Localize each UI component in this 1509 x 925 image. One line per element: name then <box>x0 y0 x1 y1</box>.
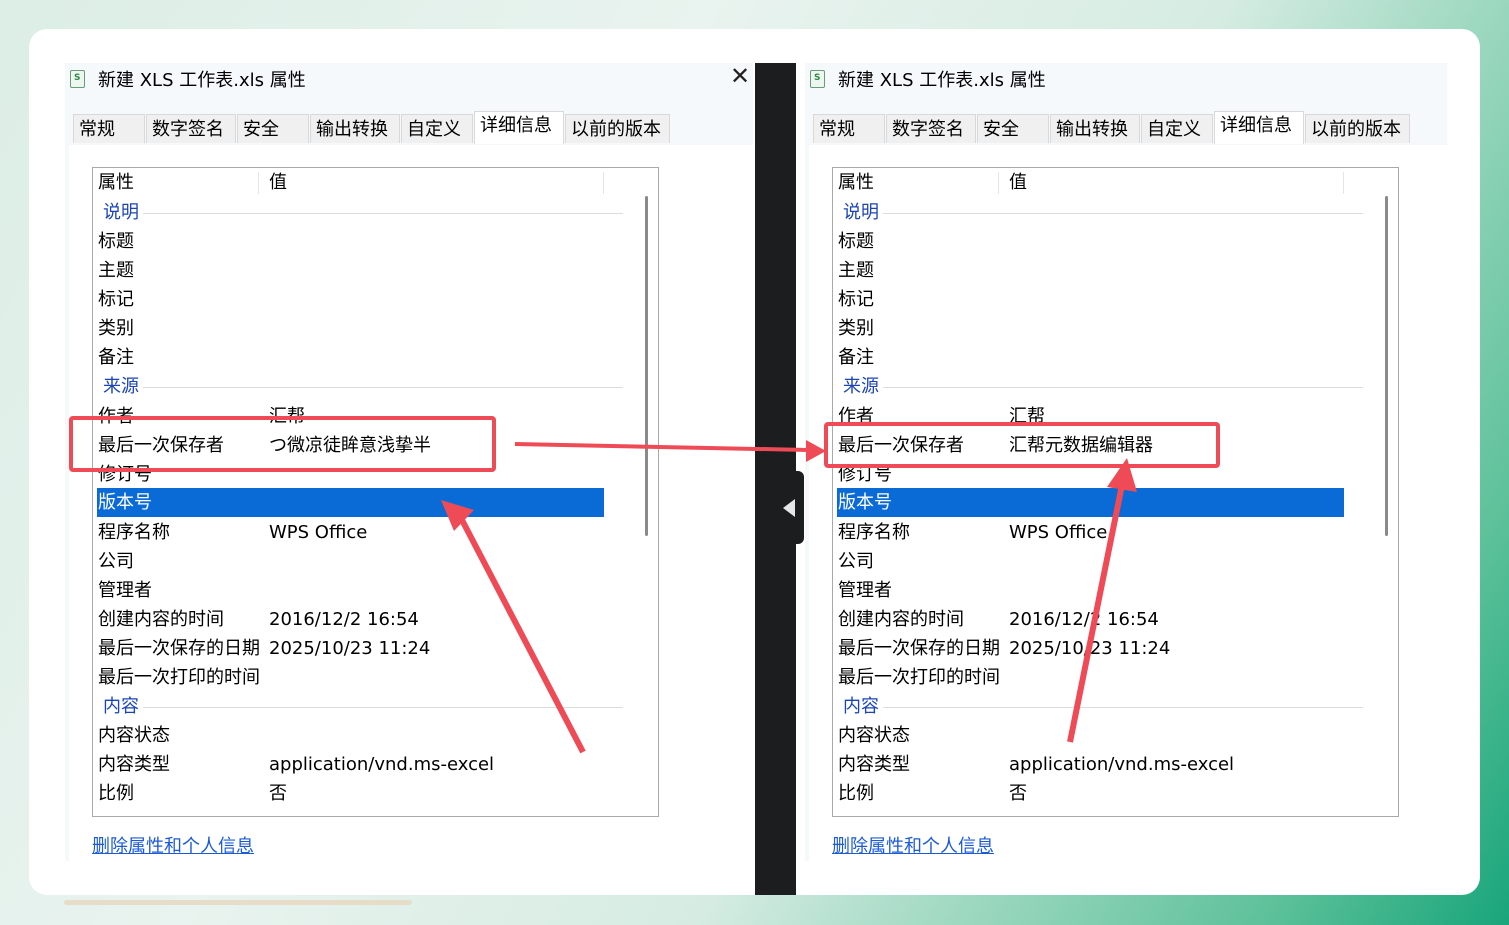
column-header-value[interactable]: 值 <box>1009 169 1027 196</box>
tab-digital-signature[interactable]: 数字签名 <box>146 114 236 143</box>
list-item-selected[interactable]: 版本号 <box>97 488 604 517</box>
divider-handle[interactable] <box>774 471 804 544</box>
tab-security[interactable]: 安全 <box>977 114 1049 143</box>
dialog-titlebar: 新建 XLS 工作表.xls 属性 <box>805 63 1447 95</box>
xls-file-icon <box>810 70 825 88</box>
screenshot-card: 新建 XLS 工作表.xls 属性 ✕ 常规 数字签名 安全 输出转换 自定义 … <box>29 29 1480 895</box>
tab-strip: 常规 数字签名 安全 输出转换 自定义 详细信息 以前的版本 <box>65 111 753 144</box>
close-icon[interactable]: ✕ <box>727 63 753 89</box>
xls-file-icon <box>70 70 85 88</box>
property-list[interactable]: 属性 值 说明 标题 主题 标记 类别 备注 来源 作者 汇帮 最后一次保存者 つ微… <box>92 167 659 817</box>
tab-output-conversion[interactable]: 输出转换 <box>310 114 400 143</box>
tab-output-conversion[interactable]: 输出转换 <box>1050 114 1140 143</box>
group-header-description: 说明 <box>843 202 879 223</box>
group-divider <box>883 707 1363 708</box>
tab-security[interactable]: 安全 <box>237 114 309 143</box>
group-divider <box>883 213 1363 214</box>
column-header-value[interactable]: 值 <box>269 169 287 196</box>
tab-previous-versions[interactable]: 以前的版本 <box>565 114 670 143</box>
group-header-origin: 来源 <box>843 376 879 397</box>
tab-custom[interactable]: 自定义 <box>401 114 473 143</box>
details-panel: 属性 值 说明 标题 主题 标记 类别 备注 来源 作者 汇帮 最后一次保存者 汇帮… <box>809 145 1447 861</box>
group-header-content: 内容 <box>103 696 139 717</box>
properties-dialog-before: 新建 XLS 工作表.xls 属性 ✕ 常规 数字签名 安全 输出转换 自定义 … <box>65 63 753 861</box>
tab-previous-versions[interactable]: 以前的版本 <box>1305 114 1410 143</box>
properties-dialog-after: 新建 XLS 工作表.xls 属性 常规 数字签名 安全 输出转换 自定义 详细… <box>805 63 1447 861</box>
tab-digital-signature[interactable]: 数字签名 <box>886 114 976 143</box>
bottom-scroll-indicator <box>64 900 412 905</box>
group-divider <box>883 387 1363 388</box>
tab-details[interactable]: 详细信息 <box>1214 111 1304 144</box>
dialog-title: 新建 XLS 工作表.xls 属性 <box>838 70 1046 91</box>
group-divider <box>143 213 623 214</box>
group-divider <box>143 707 623 708</box>
remove-properties-link[interactable]: 删除属性和个人信息 <box>92 832 254 858</box>
column-header-property[interactable]: 属性 <box>98 169 134 196</box>
vertical-scrollbar[interactable] <box>1385 196 1388 536</box>
list-header: 属性 值 <box>833 168 1345 198</box>
group-header-content: 内容 <box>843 696 879 717</box>
remove-properties-link[interactable]: 删除属性和个人信息 <box>832 832 994 858</box>
group-header-description: 说明 <box>103 202 139 223</box>
triangle-left-icon <box>783 499 795 517</box>
details-panel: 属性 值 说明 标题 主题 标记 类别 备注 来源 作者 汇帮 最后一次保存者 つ微… <box>69 145 753 861</box>
group-header-origin: 来源 <box>103 376 139 397</box>
tab-general[interactable]: 常规 <box>73 114 145 143</box>
vertical-scrollbar[interactable] <box>645 196 648 536</box>
dialog-title: 新建 XLS 工作表.xls 属性 <box>98 70 306 91</box>
tab-general[interactable]: 常规 <box>813 114 885 143</box>
list-header: 属性 值 <box>93 168 605 198</box>
group-divider <box>143 387 623 388</box>
property-list[interactable]: 属性 值 说明 标题 主题 标记 类别 备注 来源 作者 汇帮 最后一次保存者 汇帮… <box>832 167 1399 817</box>
list-item-selected[interactable]: 版本号 <box>837 488 1344 517</box>
tab-details[interactable]: 详细信息 <box>474 111 564 144</box>
tab-strip: 常规 数字签名 安全 输出转换 自定义 详细信息 以前的版本 <box>805 111 1447 144</box>
dialog-titlebar: 新建 XLS 工作表.xls 属性 ✕ <box>65 63 753 95</box>
column-header-property[interactable]: 属性 <box>838 169 874 196</box>
tab-custom[interactable]: 自定义 <box>1141 114 1213 143</box>
